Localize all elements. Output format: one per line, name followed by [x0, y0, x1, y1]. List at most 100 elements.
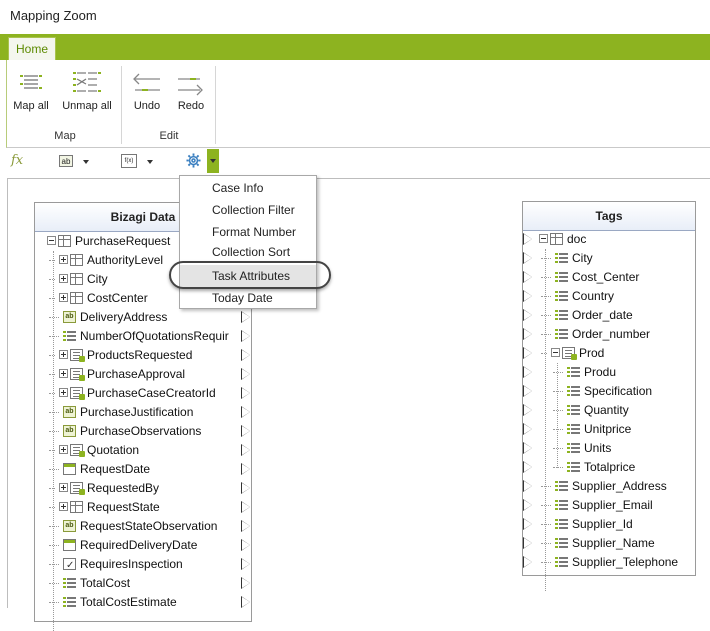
- tree-guide-line: [553, 429, 563, 430]
- connector-arrow-icon[interactable]: [241, 463, 250, 475]
- connector-arrow-icon[interactable]: [241, 406, 250, 418]
- connector-arrow-icon[interactable]: [523, 290, 532, 302]
- connector-arrow-icon[interactable]: [523, 556, 532, 568]
- tree-node-label: RequestedBy: [87, 481, 160, 495]
- connector-arrow-icon[interactable]: [523, 537, 532, 549]
- connector-arrow-icon[interactable]: [523, 480, 532, 492]
- collapse-icon[interactable]: [551, 348, 560, 357]
- tree-node[interactable]: RequestedBy: [35, 479, 251, 498]
- tree-node[interactable]: Supplier_Address: [523, 477, 695, 496]
- tree-node[interactable]: Supplier_Id: [523, 515, 695, 534]
- tree-node[interactable]: Units: [523, 439, 695, 458]
- connector-arrow-icon[interactable]: [241, 596, 250, 608]
- connector-arrow-icon[interactable]: [523, 328, 532, 340]
- menu-item-format-number[interactable]: Format Number: [180, 221, 316, 243]
- tree-node[interactable]: Country: [523, 287, 695, 306]
- expand-icon[interactable]: [59, 483, 68, 492]
- tree-node[interactable]: RequiresInspection: [35, 555, 251, 575]
- settings-dropdown-button[interactable]: [180, 149, 222, 173]
- expand-icon[interactable]: [59, 445, 68, 454]
- connector-arrow-icon[interactable]: [523, 499, 532, 511]
- tree-node[interactable]: Order_number: [523, 325, 695, 344]
- expand-icon[interactable]: [59, 350, 68, 359]
- connector-arrow-icon[interactable]: [523, 233, 532, 245]
- connector-arrow-icon[interactable]: [241, 349, 250, 361]
- expand-icon[interactable]: [59, 502, 68, 511]
- connector-arrow-icon[interactable]: [241, 425, 250, 437]
- tree-node[interactable]: RequestState: [35, 498, 251, 517]
- menu-item-collection-filter[interactable]: Collection Filter: [180, 199, 316, 221]
- expand-icon[interactable]: [59, 369, 68, 378]
- tree-node[interactable]: ab RequestStateObservation: [35, 517, 251, 536]
- tree-node[interactable]: RequestDate: [35, 460, 251, 479]
- connector-arrow-icon[interactable]: [241, 577, 250, 589]
- tree-node[interactable]: TotalCost: [35, 574, 251, 593]
- tree-node-label: Supplier_Id: [572, 517, 633, 531]
- redo-button[interactable]: Redo: [173, 70, 209, 112]
- connector-arrow-icon[interactable]: [523, 366, 532, 378]
- tree-node[interactable]: Supplier_Telephone: [523, 553, 695, 572]
- connector-arrow-icon[interactable]: [241, 368, 250, 380]
- tree-node[interactable]: Quantity: [523, 401, 695, 420]
- tree-node[interactable]: Cost_Center: [523, 268, 695, 287]
- connector-arrow-icon[interactable]: [241, 482, 250, 494]
- tree-node[interactable]: Supplier_Name: [523, 534, 695, 553]
- unmap-all-label: Unmap all: [62, 100, 112, 112]
- tree-node[interactable]: Prod: [523, 344, 695, 363]
- unmap-all-button[interactable]: Unmap all: [59, 70, 115, 112]
- connector-arrow-icon[interactable]: [523, 423, 532, 435]
- menu-item-today-date[interactable]: Today Date: [180, 287, 316, 309]
- tree-node[interactable]: Order_date: [523, 306, 695, 325]
- connector-arrow-icon[interactable]: [523, 461, 532, 473]
- date-function-button[interactable]: f(x): [118, 152, 156, 172]
- tree-node[interactable]: Specification: [523, 382, 695, 401]
- collapse-icon[interactable]: [47, 236, 56, 245]
- connector-arrow-icon[interactable]: [523, 347, 532, 359]
- connector-arrow-icon[interactable]: [523, 404, 532, 416]
- tree-node[interactable]: Totalprice: [523, 458, 695, 477]
- connector-arrow-icon[interactable]: [241, 387, 250, 399]
- expand-icon[interactable]: [59, 293, 68, 302]
- tree-node[interactable]: Supplier_Email: [523, 496, 695, 515]
- tree-node[interactable]: PurchaseCaseCreatorId: [35, 384, 251, 403]
- tree-node-label: Unitprice: [584, 422, 632, 436]
- tab-home[interactable]: Home: [8, 37, 56, 60]
- menu-item-case-info[interactable]: Case Info: [180, 177, 316, 199]
- connector-arrow-icon[interactable]: [523, 518, 532, 530]
- map-all-button[interactable]: Map all: [11, 70, 51, 112]
- expand-icon[interactable]: [59, 255, 68, 264]
- text-function-button[interactable]: ab: [56, 152, 92, 172]
- connector-arrow-icon[interactable]: [241, 501, 250, 513]
- tree-node[interactable]: ab PurchaseJustification: [35, 403, 251, 422]
- expand-icon[interactable]: [59, 274, 68, 283]
- tree-node[interactable]: Produ: [523, 363, 695, 382]
- connector-arrow-icon[interactable]: [523, 385, 532, 397]
- tree-node[interactable]: doc: [523, 230, 695, 249]
- tree-node-label: Quotation: [87, 443, 140, 457]
- tree-node[interactable]: ab DeliveryAddress: [35, 308, 251, 327]
- connector-arrow-icon[interactable]: [241, 311, 250, 323]
- connector-arrow-icon[interactable]: [523, 252, 532, 264]
- dropdown-toggle[interactable]: [207, 149, 219, 173]
- tree-node[interactable]: PurchaseApproval: [35, 365, 251, 384]
- connector-arrow-icon[interactable]: [523, 442, 532, 454]
- connector-arrow-icon[interactable]: [241, 444, 250, 456]
- connector-arrow-icon[interactable]: [241, 330, 250, 342]
- tree-node[interactable]: Unitprice: [523, 420, 695, 439]
- tree-node[interactable]: TotalCostEstimate: [35, 593, 251, 612]
- tree-node[interactable]: City: [523, 249, 695, 268]
- undo-button[interactable]: Undo: [129, 70, 165, 112]
- tree-node[interactable]: NumberOfQuotationsRequir: [35, 327, 251, 346]
- collapse-icon[interactable]: [539, 234, 548, 243]
- tree-node[interactable]: Quotation: [35, 441, 251, 460]
- connector-arrow-icon[interactable]: [241, 558, 250, 570]
- tree-node[interactable]: RequiredDeliveryDate: [35, 536, 251, 555]
- menu-item-collection-sort[interactable]: Collection Sort: [180, 241, 316, 263]
- connector-arrow-icon[interactable]: [241, 539, 250, 551]
- tree-node[interactable]: ab PurchaseObservations: [35, 422, 251, 441]
- connector-arrow-icon[interactable]: [241, 520, 250, 532]
- tree-node[interactable]: ProductsRequested: [35, 346, 251, 365]
- connector-arrow-icon[interactable]: [523, 309, 532, 321]
- expand-icon[interactable]: [59, 388, 68, 397]
- connector-arrow-icon[interactable]: [523, 271, 532, 283]
